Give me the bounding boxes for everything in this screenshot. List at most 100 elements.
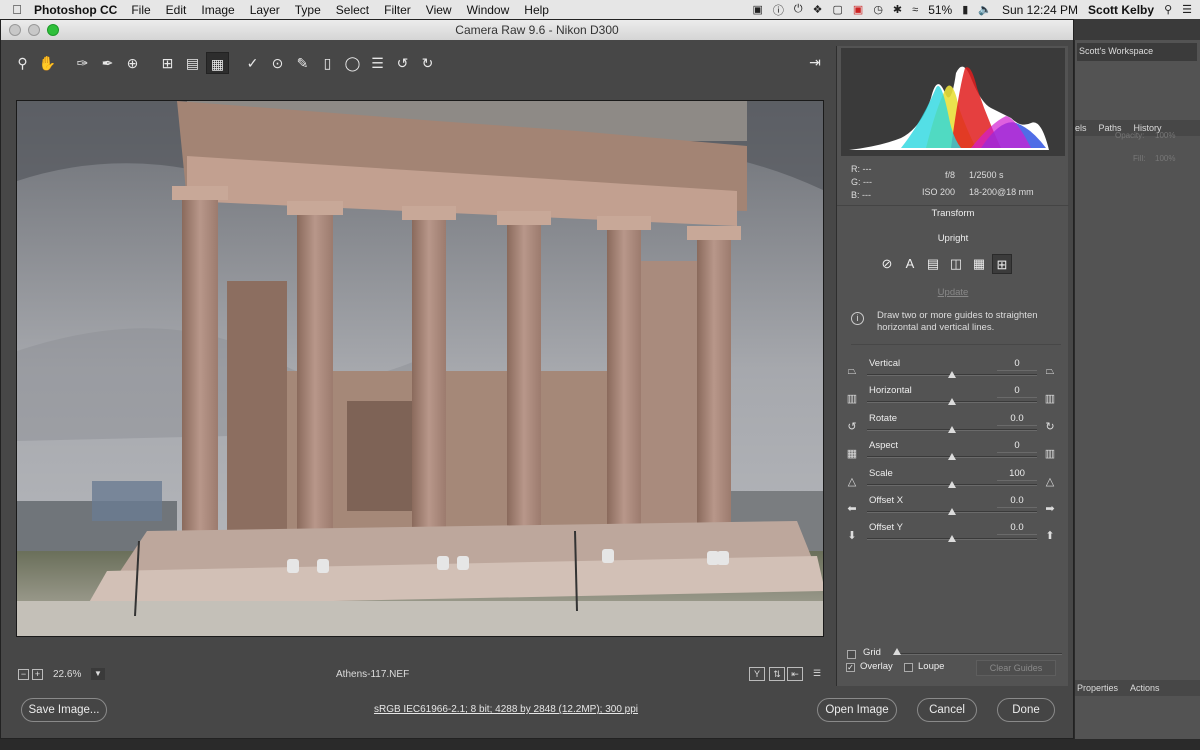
horizontal-right-icon[interactable]: ▥ (1043, 392, 1057, 405)
rotate-cw-icon[interactable]: ↻ (1043, 420, 1057, 433)
menu-file[interactable]: File (131, 3, 150, 17)
slider-thumb-rotate[interactable] (948, 425, 956, 433)
loupe-checkbox[interactable] (904, 663, 913, 672)
zoom-window-button[interactable] (47, 24, 59, 36)
arrow-right-icon[interactable]: ➡ (1043, 502, 1057, 515)
menu-filter[interactable]: Filter (384, 3, 411, 17)
dropbox-icon[interactable]: ❖ (813, 3, 823, 16)
open-image-button[interactable]: Open Image (817, 698, 897, 722)
menu-image[interactable]: Image (201, 3, 234, 17)
rotate-cw-icon[interactable]: ↻ (416, 52, 439, 74)
color-sampler-tool-icon[interactable]: ✒ (96, 52, 119, 74)
app-menu[interactable]: Photoshop CC (34, 3, 117, 17)
slider-value-offset-y[interactable]: 0.0 (997, 522, 1037, 533)
rotate-ccw-icon[interactable]: ↺ (391, 52, 414, 74)
display-status-icon[interactable]: ▢ (833, 3, 843, 16)
battery-icon[interactable]: ▮ (962, 3, 968, 16)
upright-auto-icon[interactable]: A (900, 254, 920, 274)
slider-value-vertical[interactable]: 0 (997, 358, 1037, 369)
slider-value-offset-x[interactable]: 0.0 (997, 495, 1037, 506)
arrow-down-icon[interactable]: ⬇ (845, 529, 859, 542)
menu-edit[interactable]: Edit (166, 3, 187, 17)
scale-up-icon[interactable]: △ (1043, 475, 1057, 488)
preview-settings-icon[interactable]: ☰ (809, 667, 825, 681)
apple-menu-icon[interactable]:  (0, 2, 34, 17)
spotlight-search-icon[interactable]: ⚲ (1164, 3, 1172, 16)
notification-center-icon[interactable]: ☰ (1182, 3, 1192, 16)
cancel-button[interactable]: Cancel (917, 698, 977, 722)
menu-window[interactable]: Window (467, 3, 510, 17)
tab-actions[interactable]: Actions (1130, 683, 1160, 696)
clear-guides-button[interactable]: Clear Guides (976, 660, 1056, 676)
crop-tool-icon[interactable]: ⊞ (156, 52, 179, 74)
straighten-tool-icon[interactable]: ▤ (181, 52, 204, 74)
slider-thumb-aspect[interactable] (948, 453, 956, 461)
battery-percent[interactable]: 51% (928, 3, 952, 17)
red-eye-tool-icon[interactable]: ⊙ (266, 52, 289, 74)
photo-preview[interactable] (16, 100, 824, 637)
horizontal-left-icon[interactable]: ▥ (845, 392, 859, 405)
menubar-clock[interactable]: Sun 12:24 PM (1002, 3, 1078, 17)
vertical-left-icon[interactable]: ⏢ (845, 365, 859, 378)
spot-removal-tool-icon[interactable]: ✓ (241, 52, 264, 74)
aspect-right-icon[interactable]: ▥ (1043, 447, 1057, 460)
menu-select[interactable]: Select (336, 3, 369, 17)
menu-help[interactable]: Help (524, 3, 549, 17)
close-window-button[interactable] (9, 24, 21, 36)
upright-vertical-icon[interactable]: ◫ (946, 254, 966, 274)
done-button[interactable]: Done (997, 698, 1055, 722)
slider-value-scale[interactable]: 100 (997, 468, 1037, 479)
aspect-left-icon[interactable]: ▦ (845, 447, 859, 460)
wifi-icon[interactable]: ≈ (912, 4, 918, 16)
slider-value-horizontal[interactable]: 0 (997, 385, 1037, 396)
upright-off-icon[interactable]: ⊘ (877, 254, 897, 274)
menu-type[interactable]: Type (295, 3, 321, 17)
tab-properties[interactable]: Properties (1077, 683, 1118, 696)
targeted-adjustment-tool-icon[interactable]: ⊕ (121, 52, 144, 74)
scale-down-icon[interactable]: △ (845, 475, 859, 488)
arrow-left-icon[interactable]: ⬅ (845, 502, 859, 515)
slider-thumb-scale[interactable] (948, 480, 956, 488)
volume-icon[interactable]: 🔈 (978, 3, 992, 16)
menubar-user[interactable]: Scott Kelby (1088, 3, 1154, 17)
adjustment-brush-icon[interactable]: ✎ (291, 52, 314, 74)
update-link[interactable]: Update (837, 287, 1069, 298)
graduated-filter-icon[interactable]: ▯ (316, 52, 339, 74)
grid-slider[interactable] (897, 653, 1062, 655)
grid-slider-thumb[interactable] (893, 648, 901, 655)
before-after-toggle-icon[interactable]: Y (749, 667, 765, 681)
slider-thumb-vertical[interactable] (948, 371, 956, 378)
upright-full-icon[interactable]: ▦ (969, 254, 989, 274)
camera-status-icon[interactable]: ▣ (753, 3, 763, 16)
opacity-value[interactable]: 100% (1155, 131, 1175, 140)
zoom-dropdown-icon[interactable]: ▼ (91, 668, 105, 680)
adobe-cc-icon[interactable]: ▣ (853, 3, 863, 16)
zoom-in-button[interactable]: + (32, 669, 43, 680)
vertical-right-icon[interactable]: ⏢ (1043, 365, 1057, 378)
slider-thumb-horizontal[interactable] (948, 398, 956, 406)
menu-layer[interactable]: Layer (250, 3, 280, 17)
minimize-window-button[interactable] (28, 24, 40, 36)
open-in-photoshop-icon[interactable]: ⇥ (804, 52, 826, 72)
save-image-button[interactable]: Save Image... (21, 698, 107, 722)
workspace-switcher[interactable]: Scott's Workspace (1077, 43, 1197, 61)
upright-level-icon[interactable]: ▤ (923, 254, 943, 274)
transform-tool-icon[interactable]: ▦ (206, 52, 229, 74)
radial-filter-icon[interactable]: ◯ (341, 52, 364, 74)
upright-guided-icon[interactable]: ⊞ (992, 254, 1012, 274)
fill-value[interactable]: 100% (1155, 154, 1175, 163)
menu-view[interactable]: View (426, 3, 452, 17)
copy-settings-icon[interactable]: ⇤ (787, 667, 803, 681)
slider-thumb-offset-y[interactable] (948, 535, 956, 543)
bluetooth-icon[interactable]: ✱ (893, 3, 902, 16)
slider-thumb-offset-x[interactable] (948, 508, 956, 515)
histogram[interactable] (841, 48, 1065, 156)
power-status-icon[interactable]: ⏻ (794, 3, 803, 16)
slider-value-aspect[interactable]: 0 (997, 440, 1037, 451)
preferences-icon[interactable]: ☰ (366, 52, 389, 74)
overlay-checkbox[interactable]: ✓ (846, 663, 855, 672)
rotate-ccw-icon[interactable]: ↺ (845, 420, 859, 433)
zoom-out-button[interactable]: − (18, 669, 29, 680)
swap-settings-icon[interactable]: ⇅ (769, 667, 785, 681)
info-status-icon[interactable]: ⓘ (773, 2, 784, 18)
